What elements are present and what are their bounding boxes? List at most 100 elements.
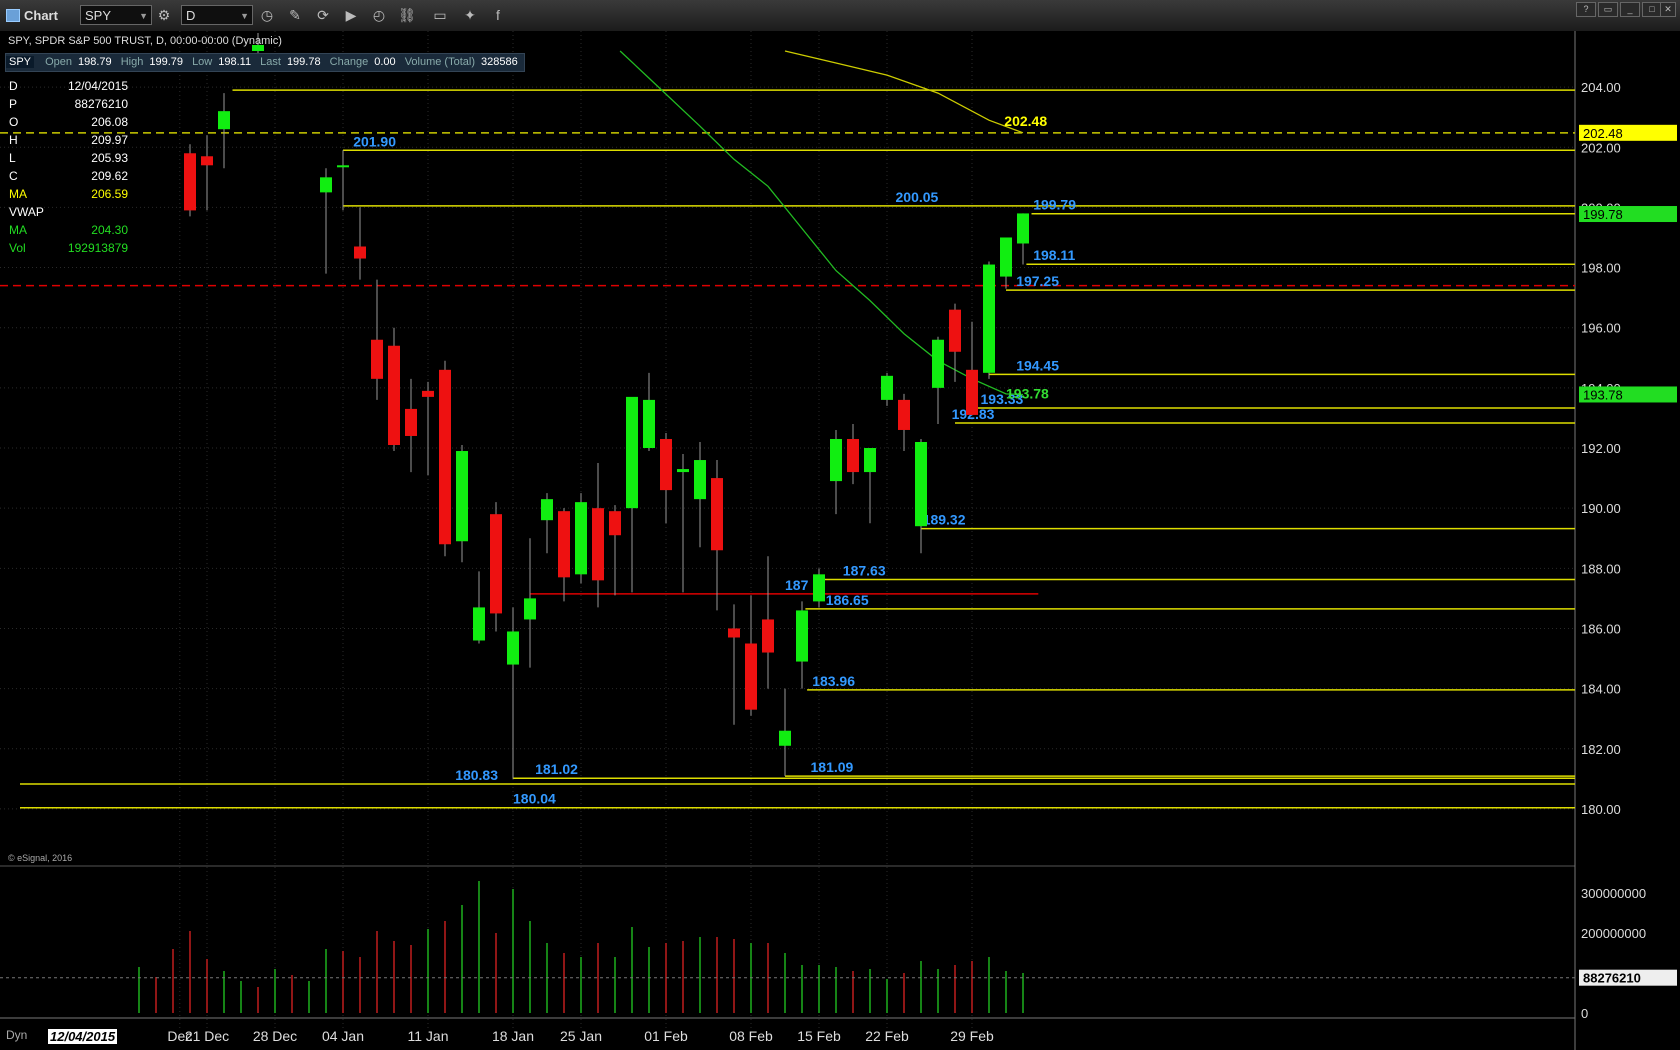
data-window-value: 88276210	[74, 97, 128, 111]
price-tick-label: 180.00	[1581, 802, 1621, 817]
level-label: 187	[785, 577, 809, 593]
price-tick-label: 186.00	[1581, 621, 1621, 636]
level-label: 180.83	[455, 767, 498, 783]
clock-icon[interactable]: ◷	[257, 5, 277, 25]
change-value: 0.00	[374, 56, 396, 68]
info-symbol: SPY	[6, 56, 35, 68]
candle-body	[830, 438, 842, 482]
minimize-button[interactable]: _	[1620, 2, 1640, 17]
time-tick-label: 01 Feb	[644, 1028, 688, 1044]
data-window-key: VWAP	[9, 205, 44, 219]
candle-body	[1017, 213, 1029, 244]
candle-body	[337, 165, 349, 168]
price-tick-label: 192.00	[1581, 441, 1621, 456]
high-label: High	[120, 56, 144, 68]
last-label: Last	[260, 56, 281, 68]
refresh-icon[interactable]: ⟳	[313, 5, 333, 25]
candle-body	[490, 514, 502, 614]
candle-body	[354, 246, 366, 259]
candle-body	[575, 502, 587, 575]
candle-body	[762, 619, 774, 653]
data-window-value: 12/04/2015	[67, 79, 128, 93]
price-tick-label: 190.00	[1581, 501, 1621, 516]
volume-tick-label: 0	[1581, 1006, 1588, 1021]
data-window-key: MA	[9, 223, 27, 237]
interval-value: D	[186, 8, 196, 23]
candle-body	[643, 399, 655, 449]
symbol-value: SPY	[85, 8, 112, 23]
price-tick-label: 182.00	[1581, 742, 1621, 757]
candle-body	[609, 511, 621, 536]
data-window-row: MA 204.30	[5, 221, 128, 239]
level-label: 183.96	[812, 673, 855, 689]
level-label: 197.25	[1016, 273, 1059, 289]
time-icon[interactable]: ◴	[369, 5, 389, 25]
ma-value-label: 193.78	[1006, 385, 1049, 401]
candle-body	[813, 574, 825, 602]
dyn-label: Dyn	[6, 1028, 28, 1042]
time-tick-label: 21 Dec	[185, 1028, 229, 1044]
price-tick-label: 204.00	[1581, 80, 1621, 95]
candle-body	[694, 460, 706, 500]
price-tick-label: 184.00	[1581, 682, 1621, 697]
candle-body	[881, 375, 893, 400]
restore-button[interactable]: ▭	[1598, 2, 1618, 17]
data-window-row: P 88276210	[5, 95, 128, 113]
link-icon[interactable]: ⛓	[397, 5, 417, 25]
candle-body	[541, 499, 553, 521]
candle-body	[439, 369, 451, 545]
chevron-down-icon[interactable]: ▼	[139, 6, 148, 26]
twitter-icon[interactable]: ✦	[460, 5, 480, 25]
candle-body	[405, 408, 417, 436]
interval-input[interactable]: D ▼	[181, 5, 253, 25]
symbol-lookup-icon[interactable]: ⚙	[154, 5, 174, 25]
candle-body	[847, 438, 859, 473]
chevron-down-icon[interactable]: ▼	[240, 6, 249, 26]
volume-tick-label: 300000000	[1581, 886, 1646, 901]
candle-body	[371, 339, 383, 379]
data-window-row: L 205.93	[5, 149, 128, 167]
help-button[interactable]: ?	[1576, 2, 1596, 17]
data-window-value: 206.08	[91, 115, 128, 129]
price-flag-label: 202.48	[1583, 126, 1623, 141]
candle-body	[983, 264, 995, 373]
play-icon[interactable]: ▶	[341, 5, 361, 25]
level-label: 180.04	[513, 791, 556, 807]
candle-body	[796, 610, 808, 662]
data-window-key: L	[9, 151, 16, 165]
level-label: 189.32	[923, 512, 966, 528]
data-window-value: 205.93	[91, 151, 128, 165]
data-window-key: H	[9, 133, 18, 147]
candle-body	[320, 177, 332, 193]
data-window: D 12/04/2015 P 88276210 O 206.08 H 209.97 L 205.9…	[5, 77, 128, 257]
price-chart[interactable]: 201.90 200.05 199.79 198.11 197.25 194.45 193.…	[0, 31, 1680, 1050]
level-label: 181.02	[535, 761, 578, 777]
candle-body	[864, 448, 876, 473]
candle-body	[949, 309, 961, 352]
data-window-value: 209.97	[91, 133, 128, 147]
facebook-icon[interactable]: f	[488, 5, 508, 25]
pencil-icon[interactable]: ✎	[285, 5, 305, 25]
close-button[interactable]: ✕	[1660, 2, 1676, 17]
data-window-row: VWAP	[5, 203, 128, 221]
data-window-row: H 209.97	[5, 131, 128, 149]
time-tick-label: 18 Jan	[492, 1028, 534, 1044]
candle-body	[201, 156, 213, 166]
time-tick-label: 08 Feb	[729, 1028, 773, 1044]
candle-body	[218, 111, 230, 130]
open-value: 198.79	[78, 56, 112, 68]
candle-body	[677, 469, 689, 473]
chart-background	[0, 31, 1680, 1050]
candle-body	[473, 607, 485, 641]
high-value: 199.79	[149, 56, 183, 68]
level-label: 198.11	[1033, 247, 1075, 263]
symbol-input[interactable]: SPY ▼	[80, 5, 152, 25]
maximize-button[interactable]: □	[1642, 2, 1662, 17]
data-window-row: D 12/04/2015	[5, 77, 128, 95]
chat-icon[interactable]: ▭	[430, 5, 450, 25]
candle-body	[524, 598, 536, 620]
volume-label: Volume (Total)	[404, 56, 475, 68]
data-window-key: C	[9, 169, 18, 183]
time-tick-label: 29 Feb	[950, 1028, 994, 1044]
time-tick-label: 15 Feb	[797, 1028, 841, 1044]
